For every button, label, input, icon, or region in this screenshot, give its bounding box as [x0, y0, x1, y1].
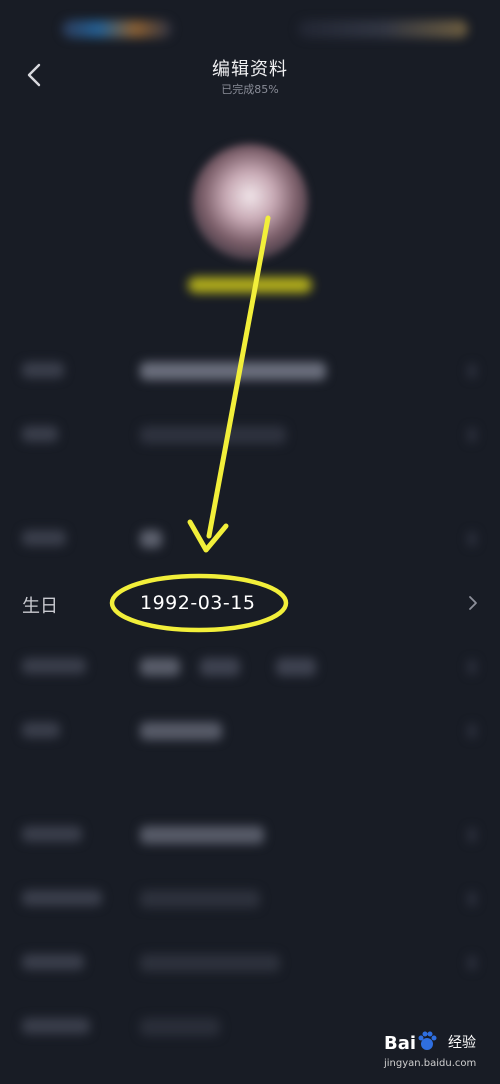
watermark-logo: Bai [384, 1030, 438, 1054]
profile-row-nickname[interactable] [0, 352, 500, 392]
status-bar-right [298, 20, 468, 38]
watermark-url: jingyan.baidu.com [384, 1058, 477, 1069]
page-title: 编辑资料 [212, 59, 288, 80]
profile-row-school[interactable] [0, 712, 500, 752]
chevron-right-icon [469, 596, 477, 610]
watermark-brand: Bai [384, 1033, 417, 1054]
birthday-value: 1992-03-15 [140, 592, 256, 614]
status-bar [0, 0, 500, 54]
profile-row-intro[interactable] [0, 416, 500, 456]
profile-row-account[interactable] [0, 816, 500, 856]
profile-row-extra-1[interactable] [0, 880, 500, 920]
watermark: Bai 经验 jingyan.baidu.com [384, 1030, 494, 1080]
profile-row-extra-2[interactable] [0, 944, 500, 984]
birthday-label: 生日 [22, 596, 58, 617]
status-bar-left [62, 20, 172, 38]
watermark-brand-suffix: 经验 [448, 1035, 476, 1051]
profile-row-region[interactable] [0, 648, 500, 688]
avatar-badge [188, 277, 312, 293]
profile-row-gender[interactable] [0, 520, 500, 560]
completion-status: 已完成85% [221, 83, 279, 96]
paw-icon [418, 1031, 437, 1050]
avatar[interactable] [192, 144, 308, 260]
